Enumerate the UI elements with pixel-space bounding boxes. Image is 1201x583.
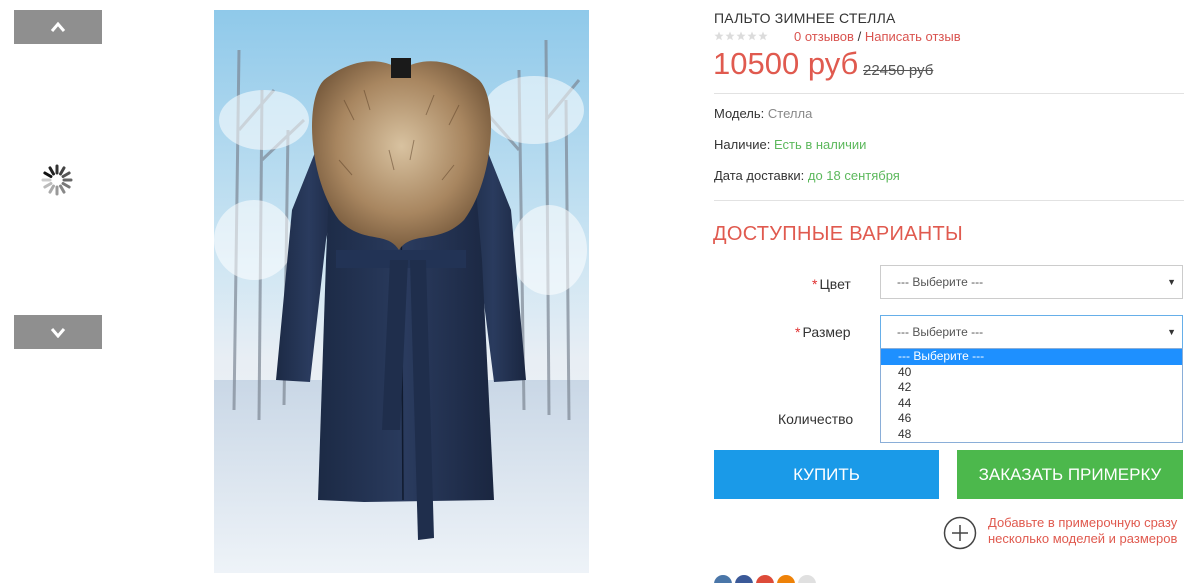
divider xyxy=(714,93,1184,94)
facebook-icon[interactable] xyxy=(735,575,753,583)
options-heading: ДОСТУПНЫЕ ВАРИАНТЫ xyxy=(713,223,964,245)
size-option[interactable]: 44 xyxy=(881,396,1182,412)
rating-stars xyxy=(714,31,768,41)
delivery-row: Дата доставки: до 18 сентября xyxy=(714,168,900,183)
thumbnail-scroll-up-button[interactable] xyxy=(14,10,102,44)
vk-icon[interactable] xyxy=(714,575,732,583)
product-page: ПАЛЬТО ЗИМНЕЕ СТЕЛЛА 0 отзывов / Написат… xyxy=(0,0,1201,583)
coat-photo xyxy=(214,10,589,573)
reviews-line: 0 отзывов / Написать отзыв xyxy=(794,29,961,44)
size-option[interactable]: 40 xyxy=(881,365,1182,381)
more-icon[interactable] xyxy=(798,575,816,583)
color-select-value: --- Выберите --- xyxy=(897,275,984,289)
delivery-value: до 18 сентября xyxy=(807,168,900,183)
divider xyxy=(714,200,1184,201)
star-empty-icon xyxy=(736,31,746,41)
product-main-image[interactable] xyxy=(214,10,589,573)
odnoklassniki-icon[interactable] xyxy=(777,575,795,583)
thumbnail-scroll-down-button[interactable] xyxy=(14,315,102,349)
star-empty-icon xyxy=(747,31,757,41)
star-empty-icon xyxy=(714,31,724,41)
product-title: ПАЛЬТО ЗИМНЕЕ СТЕЛЛА xyxy=(714,10,896,26)
quantity-label: Количество xyxy=(778,411,854,427)
buy-button[interactable]: КУПИТЬ xyxy=(714,450,939,499)
add-to-fitting-note: Добавьте в примерочную сразу несколько м… xyxy=(988,515,1178,546)
spinner-icon xyxy=(41,164,73,196)
size-select[interactable]: --- Выберите --- ▼ xyxy=(880,315,1183,349)
chevron-up-icon xyxy=(50,21,66,32)
size-option[interactable]: 42 xyxy=(881,380,1182,396)
add-to-fitting-icon[interactable] xyxy=(943,516,977,550)
size-option[interactable]: --- Выберите --- xyxy=(881,349,1182,365)
stock-value: Есть в наличии xyxy=(773,137,867,152)
reviews-separator: / xyxy=(857,29,862,44)
color-label-text: Цвет xyxy=(819,276,851,292)
share-buttons xyxy=(714,575,816,583)
dropdown-arrow-icon: ▼ xyxy=(1167,327,1176,337)
google-plus-icon[interactable] xyxy=(756,575,774,583)
dropdown-arrow-icon: ▼ xyxy=(1167,277,1176,287)
size-label: * Размер xyxy=(795,324,851,340)
star-empty-icon xyxy=(725,31,735,41)
size-label-text: Размер xyxy=(802,324,851,340)
star-empty-icon xyxy=(758,31,768,41)
color-select[interactable]: --- Выберите --- ▼ xyxy=(880,265,1183,299)
size-option[interactable]: 48 xyxy=(881,427,1182,443)
model-value: Стелла xyxy=(767,106,813,121)
current-price: 10500 руб xyxy=(713,46,859,81)
size-select-value: --- Выберите --- xyxy=(897,325,984,339)
required-mark: * xyxy=(795,324,801,340)
stock-label: Наличие: xyxy=(714,137,771,152)
delivery-label: Дата доставки: xyxy=(714,168,805,183)
model-row: Модель: Стелла xyxy=(714,106,812,121)
old-price: 22450 руб xyxy=(863,62,934,79)
stock-row: Наличие: Есть в наличии xyxy=(714,137,866,152)
size-option[interactable]: 46 xyxy=(881,411,1182,427)
size-dropdown-list[interactable]: --- Выберите --- 40 42 44 46 48 xyxy=(880,348,1183,443)
color-label: * Цвет xyxy=(812,276,851,292)
order-fitting-button[interactable]: ЗАКАЗАТЬ ПРИМЕРКУ xyxy=(957,450,1183,499)
required-mark: * xyxy=(812,276,818,292)
write-review-link[interactable]: Написать отзыв xyxy=(865,29,961,44)
chevron-down-icon xyxy=(50,328,66,338)
model-label: Модель: xyxy=(714,106,765,121)
reviews-count-link[interactable]: 0 отзывов xyxy=(794,29,854,44)
